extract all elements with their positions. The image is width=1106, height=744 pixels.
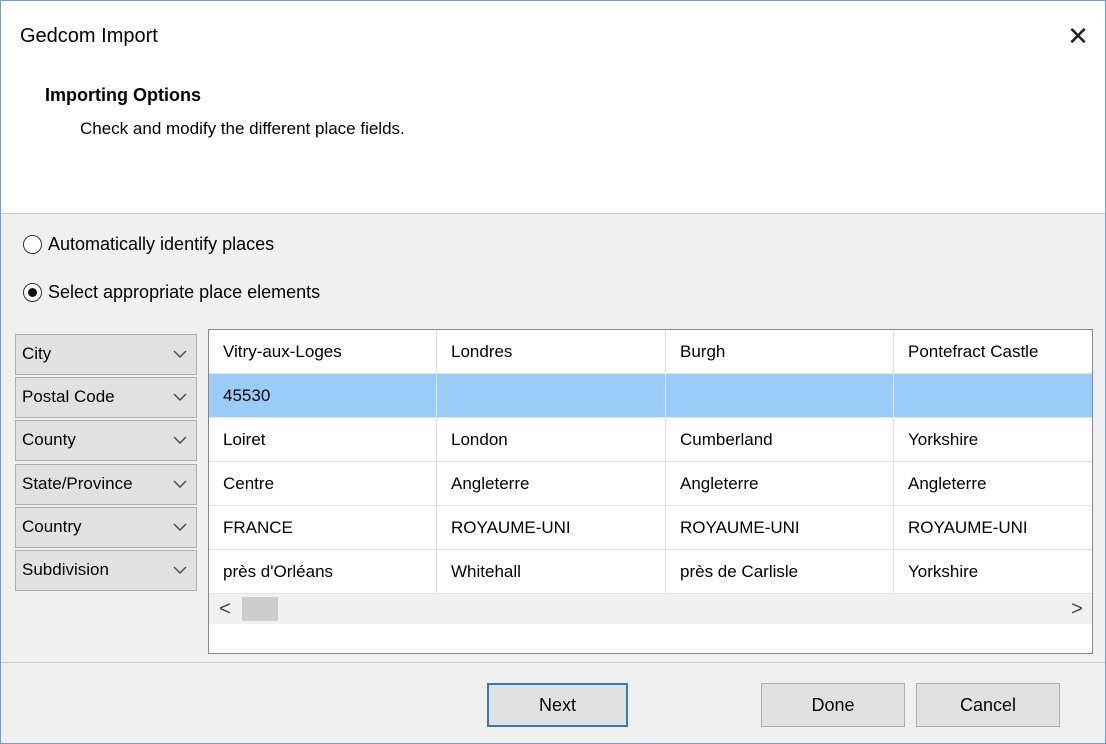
footer-divider <box>1 662 1105 663</box>
field-select-subdivision[interactable]: Subdivision <box>15 550 197 591</box>
field-select-country[interactable]: Country <box>15 507 197 548</box>
cancel-button[interactable]: Cancel <box>916 683 1060 727</box>
table-cell[interactable] <box>437 374 666 418</box>
table-cell[interactable] <box>666 374 894 418</box>
radio-select-elements-label: Select appropriate place elements <box>48 281 321 302</box>
field-select-label: City <box>22 344 52 363</box>
title-bar: Gedcom Import ✕ <box>1 1 1105 73</box>
chevron-down-icon <box>173 480 187 488</box>
table-row[interactable]: près d'Orléans Whitehall près de Carlisl… <box>209 550 1092 594</box>
table-cell[interactable]: ROYAUME-UNI <box>666 506 894 550</box>
table-cell[interactable]: FRANCE <box>209 506 437 550</box>
radio-auto-identify-label: Automatically identify places <box>48 233 275 254</box>
table-cell[interactable]: 45530 <box>209 374 437 418</box>
chevron-down-icon <box>173 566 187 574</box>
header-subtitle: Check and modify the different place fie… <box>80 119 405 138</box>
done-button[interactable]: Done <box>761 683 905 727</box>
table-row[interactable]: Loiret London Cumberland Yorkshire <box>209 418 1092 462</box>
table-row-selected[interactable]: 45530 <box>209 374 1092 418</box>
table-cell[interactable]: Centre <box>209 462 437 506</box>
radio-select-elements-icon[interactable] <box>23 282 42 302</box>
field-select-label: State/Province <box>22 474 133 493</box>
table-cell[interactable]: Yorkshire <box>894 550 1092 594</box>
radio-auto-identify[interactable]: Automatically identify places <box>23 229 274 259</box>
table-cell[interactable]: Angleterre <box>437 462 666 506</box>
table-cell[interactable]: London <box>437 418 666 462</box>
table-cell[interactable]: Cumberland <box>666 418 894 462</box>
radio-select-elements[interactable]: Select appropriate place elements <box>23 277 320 307</box>
table-cell[interactable]: près d'Orléans <box>209 550 437 594</box>
table-cell[interactable]: Vitry-aux-Loges <box>209 330 437 374</box>
field-select-label: County <box>22 430 76 449</box>
field-select-city[interactable]: City <box>15 334 197 375</box>
field-select-postal-code[interactable]: Postal Code <box>15 377 197 418</box>
table-cell[interactable] <box>894 374 1092 418</box>
table-cell[interactable]: Angleterre <box>666 462 894 506</box>
close-icon[interactable]: ✕ <box>1061 19 1095 53</box>
chevron-down-icon <box>173 436 187 444</box>
window-title: Gedcom Import <box>20 25 158 47</box>
options-header: Importing Options Check and modify the d… <box>1 73 1105 214</box>
table-row[interactable]: FRANCE ROYAUME-UNI ROYAUME-UNI ROYAUME-U… <box>209 506 1092 550</box>
scroll-left-icon[interactable]: < <box>215 598 235 620</box>
table-cell[interactable]: ROYAUME-UNI <box>437 506 666 550</box>
table-cell[interactable]: Burgh <box>666 330 894 374</box>
chevron-down-icon <box>173 350 187 358</box>
field-select-label: Country <box>22 517 82 536</box>
table-cell[interactable]: Londres <box>437 330 666 374</box>
field-select-state-province[interactable]: State/Province <box>15 464 197 505</box>
chevron-down-icon <box>173 393 187 401</box>
table-row[interactable]: Centre Angleterre Angleterre Angleterre <box>209 462 1092 506</box>
table-cell[interactable]: Angleterre <box>894 462 1092 506</box>
header-title: Importing Options <box>45 85 201 105</box>
table-cell[interactable]: Loiret <box>209 418 437 462</box>
field-select-county[interactable]: County <box>15 420 197 461</box>
table-cell[interactable]: Pontefract Castle <box>894 330 1092 374</box>
scroll-right-icon[interactable]: > <box>1067 598 1087 620</box>
field-select-label: Postal Code <box>22 387 115 406</box>
table-cell[interactable]: Yorkshire <box>894 418 1092 462</box>
chevron-down-icon <box>173 523 187 531</box>
next-button[interactable]: Next <box>487 683 628 727</box>
table-row[interactable]: Vitry-aux-Loges Londres Burgh Pontefract… <box>209 330 1092 374</box>
gedcom-import-dialog: Gedcom Import ✕ Importing Options Check … <box>0 0 1106 744</box>
places-grid[interactable]: Vitry-aux-Loges Londres Burgh Pontefract… <box>208 329 1093 654</box>
table-cell[interactable]: près de Carlisle <box>666 550 894 594</box>
table-cell[interactable]: Whitehall <box>437 550 666 594</box>
field-select-label: Subdivision <box>22 560 109 579</box>
table-cell[interactable]: ROYAUME-UNI <box>894 506 1092 550</box>
horizontal-scrollbar[interactable]: < > <box>209 594 1092 624</box>
radio-auto-identify-icon[interactable] <box>23 234 42 254</box>
scrollbar-thumb[interactable] <box>242 597 278 621</box>
